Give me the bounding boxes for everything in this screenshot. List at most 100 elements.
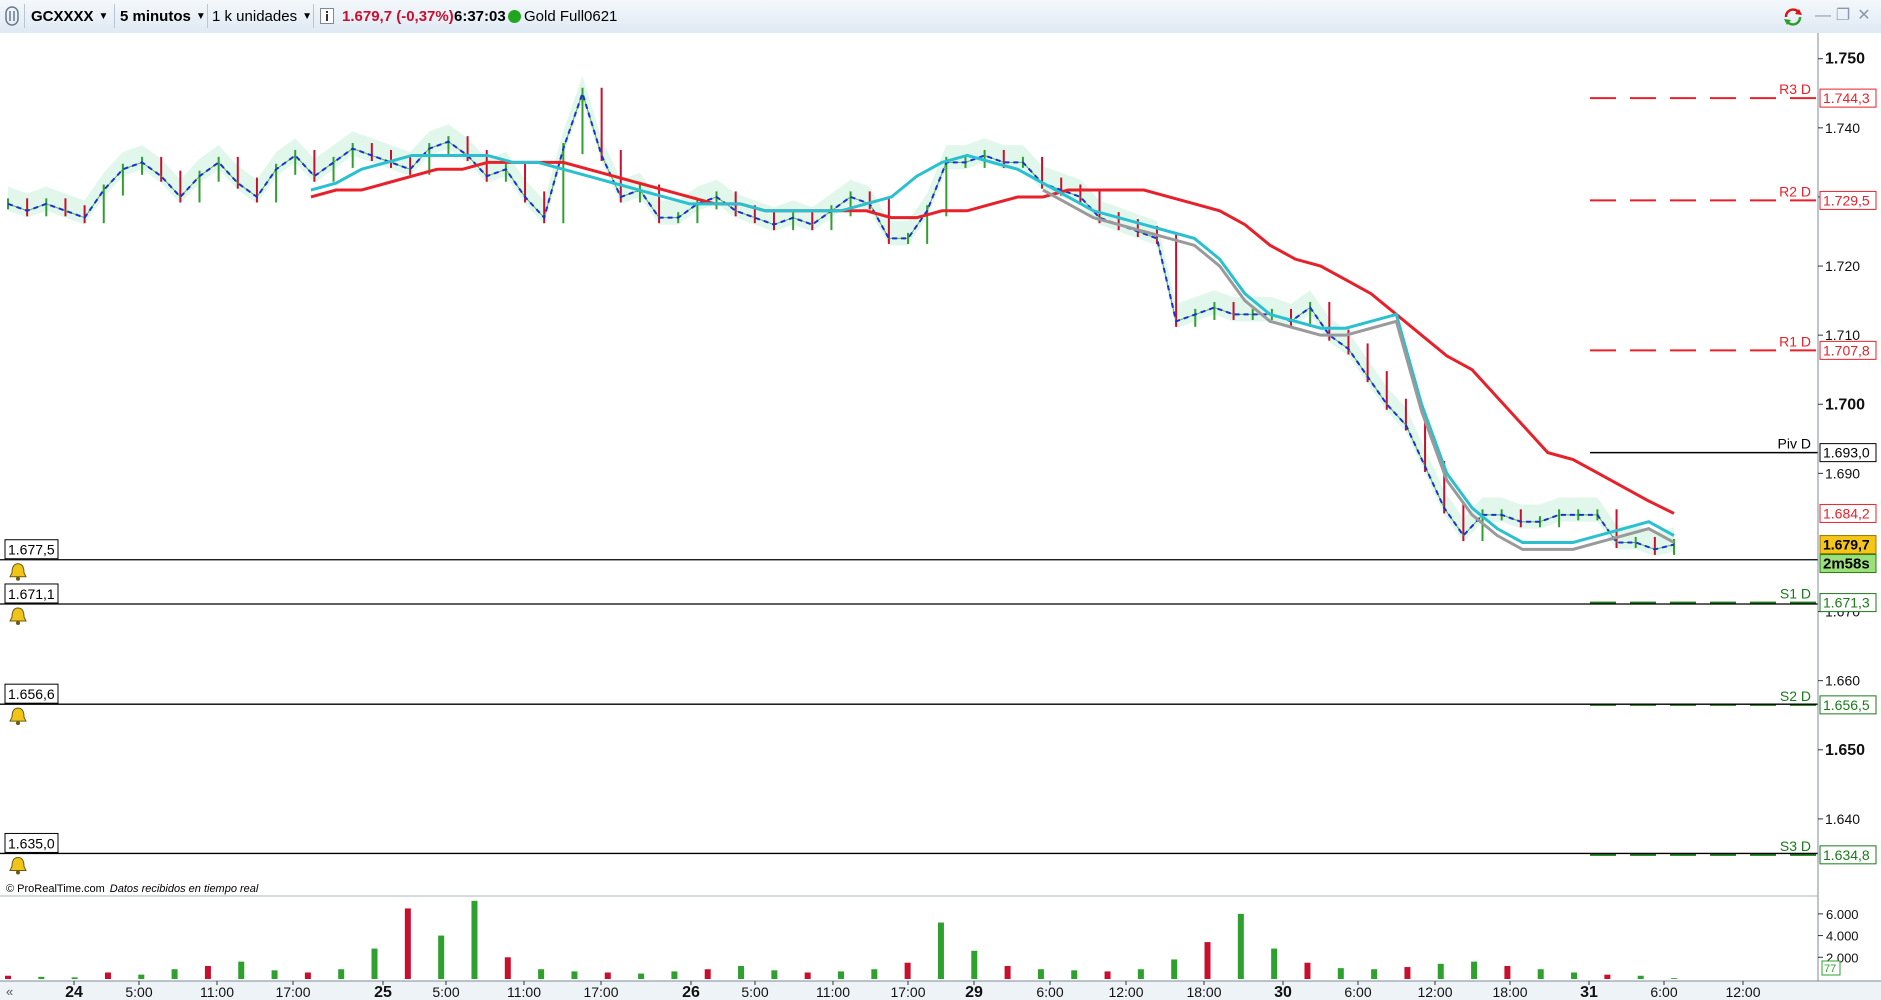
volume-bar <box>304 972 311 979</box>
volume-bar <box>271 970 278 979</box>
instrument-name: GCXXXX <box>31 7 94 25</box>
instrument-selector[interactable]: GCXXXX ▼ <box>31 4 108 28</box>
time-hour-label: 17:00 <box>890 984 925 1000</box>
caret-down-icon: ▼ <box>195 10 206 22</box>
brand-note: © ProRealTime.com <box>6 883 105 895</box>
volume-bar <box>5 975 11 979</box>
realtime-note: Datos recibidos en tiempo real <box>110 883 259 895</box>
price-tick-label: 1.750 <box>1825 51 1865 68</box>
restore-icon[interactable]: ❐ <box>1834 7 1852 25</box>
copyright-footer: © ProRealTime.com Datos recibidos en tiem… <box>6 883 259 895</box>
pivot-value: 1.671,3 <box>1823 595 1870 611</box>
alert-value: 1.671,1 <box>8 586 55 602</box>
bell-clapper <box>16 721 20 726</box>
double-chevron-left-icon[interactable]: « <box>6 984 13 999</box>
alert-value: 1.677,5 <box>8 542 55 558</box>
volume-bar <box>1304 962 1311 979</box>
ma-value: 1.684,2 <box>1823 505 1870 521</box>
pivot-name: R2 D <box>1779 183 1811 199</box>
pivot-value: 1.744,3 <box>1823 90 1870 106</box>
volume-bar <box>804 972 811 979</box>
volume-bar <box>171 969 178 979</box>
close-icon[interactable]: ✕ <box>1855 7 1873 25</box>
price-tick-label: 1.640 <box>1825 811 1860 827</box>
time-day-label: 29 <box>965 984 983 1000</box>
time-hour-label: 11:00 <box>816 984 850 1000</box>
price-chart[interactable]: 1.7501.7401.7301.7201.7101.7001.6901.670… <box>0 33 1881 1000</box>
pivot-value: 1.693,0 <box>1823 445 1870 461</box>
time-day-label: 25 <box>374 984 392 1000</box>
volume-current: 77 <box>1824 963 1836 975</box>
time-hour-label: 11:00 <box>507 984 541 1000</box>
volume-bar <box>838 971 844 979</box>
time-day-label: 31 <box>1580 984 1598 1000</box>
volume-bar <box>937 922 944 979</box>
minimize-icon[interactable]: — <box>1814 7 1832 25</box>
time-hour-label: 17:00 <box>583 984 618 1000</box>
volume-bar <box>571 971 578 979</box>
current-price: 1.679,7 <box>1823 537 1870 553</box>
volume-bar <box>1271 948 1278 979</box>
time-hour-label: 11:00 <box>200 984 234 1000</box>
price-change: 1.679,7 (-0,37%) <box>342 7 454 25</box>
volume-bar <box>1104 971 1111 979</box>
volume-bar <box>1337 968 1344 979</box>
volume-bar <box>1437 963 1444 979</box>
price-tick-label: 1.690 <box>1825 465 1860 481</box>
volume-bar <box>971 950 978 979</box>
clock-time: 6:37:03 <box>454 7 506 25</box>
volume-bar <box>138 974 145 979</box>
volume-bar <box>871 969 878 979</box>
volume-bar <box>638 973 645 979</box>
pivot-value: 1.634,8 <box>1823 847 1870 863</box>
volume-bar <box>504 957 511 979</box>
volume-bar <box>1471 961 1478 979</box>
units-label: 1 k unidades <box>212 7 298 25</box>
time-hour-label: 12:00 <box>1108 984 1143 1000</box>
volume-tick-label: 6.000 <box>1826 907 1859 922</box>
pivot-name: S1 D <box>1780 586 1811 602</box>
units-selector[interactable]: 1 k unidades ▼ <box>212 4 312 28</box>
volume-bar <box>1037 969 1044 979</box>
volume-bar <box>1637 975 1644 979</box>
volume-bar <box>1604 974 1611 979</box>
time-hour-label: 5:00 <box>432 984 459 1000</box>
volume-bar <box>904 962 911 979</box>
bell-clapper <box>16 576 20 581</box>
volume-bar <box>338 969 345 979</box>
volume-bar <box>1671 978 1677 979</box>
volume-bar <box>1137 969 1144 979</box>
time-day-label: 26 <box>682 984 700 1000</box>
pivot-name: S2 D <box>1780 688 1811 704</box>
volume-bar <box>1404 967 1411 979</box>
volume-bar <box>1571 972 1578 979</box>
timeframe-selector[interactable]: 5 minutos ▼ <box>120 4 206 28</box>
pivot-name: R1 D <box>1779 333 1811 349</box>
time-day-label: 30 <box>1274 984 1292 1000</box>
alert-value: 1.635,0 <box>8 835 55 851</box>
info-icon[interactable] <box>320 4 334 28</box>
volume-bar <box>38 976 45 979</box>
volume-bar <box>1171 959 1178 979</box>
volume-bar <box>1237 913 1244 979</box>
volume-tick-label: 4.000 <box>1826 929 1859 944</box>
volume-bar <box>1204 942 1211 979</box>
time-hour-label: 18:00 <box>1492 984 1527 1000</box>
price-tick-label: 1.660 <box>1825 673 1860 689</box>
volume-bar <box>671 971 678 979</box>
countdown: 2m58s <box>1823 556 1870 573</box>
volume-bar <box>471 900 478 979</box>
volume-bar <box>1004 965 1011 979</box>
chart-toolbar: GCXXXX ▼ 5 minutos ▼ 1 k unidades ▼ 1.679,7… <box>0 0 1881 34</box>
menu-icon[interactable] <box>3 4 21 28</box>
volume-bar <box>204 965 211 979</box>
volume-bar <box>738 965 745 979</box>
refresh-icon[interactable] <box>1782 7 1802 26</box>
price-tick-label: 1.710 <box>1825 327 1860 343</box>
contract-name: Gold Full0621 <box>524 7 618 25</box>
connection-status-icon <box>508 4 521 28</box>
volume-bar <box>538 969 545 979</box>
pivot-name: Piv D <box>1778 436 1811 452</box>
volume-bar <box>104 972 111 979</box>
time-hour-label: 6:00 <box>1344 984 1371 1000</box>
